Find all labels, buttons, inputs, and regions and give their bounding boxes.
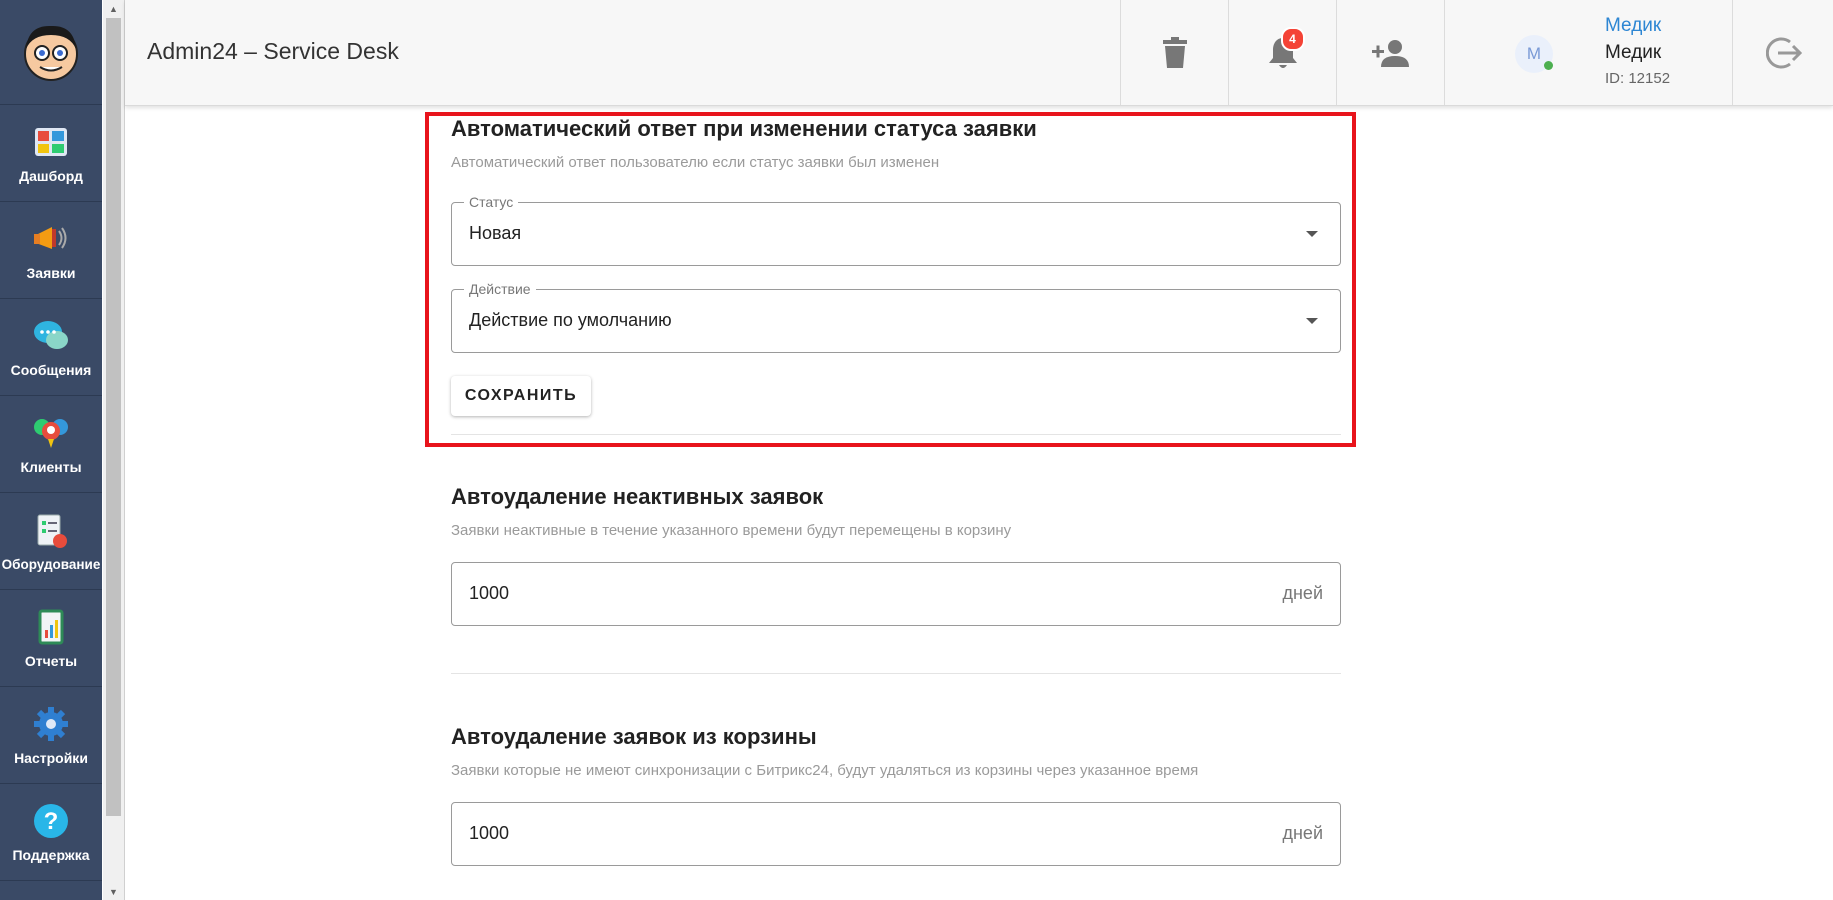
action-value: Действие по умолчанию xyxy=(469,310,672,330)
sidebar-item-label: Дашборд xyxy=(19,168,83,184)
trash-button[interactable] xyxy=(1120,0,1228,105)
app-title: Admin24 – Service Desk xyxy=(147,38,399,64)
section-divider xyxy=(451,673,1341,674)
sidebar-item-label: Заявки xyxy=(26,265,76,281)
sidebar-item-label: Отчеты xyxy=(24,653,78,669)
scroll-down-arrow-icon[interactable]: ▼ xyxy=(103,883,124,900)
action-select[interactable]: Действие Действие по умолчанию xyxy=(451,281,1341,353)
equipment-icon xyxy=(31,511,71,551)
sidebar-item-reports[interactable]: Отчеты xyxy=(0,590,102,687)
sidebar-item-clients[interactable]: Клиенты xyxy=(0,396,102,493)
sidebar-item-equipment[interactable]: Оборудование xyxy=(0,493,102,590)
user-name: Медик xyxy=(1605,42,1662,63)
sidebar-item-tickets[interactable]: Заявки xyxy=(0,202,102,299)
sidebar: Дашборд Заявки Сообщения Клиенты Оборудо… xyxy=(0,0,102,900)
gear-icon xyxy=(31,704,71,744)
notification-count-badge: 4 xyxy=(1280,26,1305,51)
section-title: Автоудаление заявок из корзины xyxy=(451,724,817,749)
top-header: Admin24 – Service Desk 4 М Медик Медик I… xyxy=(125,0,1833,106)
megaphone-icon xyxy=(31,219,71,259)
scroll-up-arrow-icon[interactable]: ▲ xyxy=(103,0,124,17)
section-title: Автоматический ответ при изменении стату… xyxy=(451,116,1037,141)
sidebar-item-messages[interactable]: Сообщения xyxy=(0,299,102,396)
inactive-days-input[interactable]: 1000 дней xyxy=(451,562,1341,626)
save-button[interactable]: СОХРАНИТЬ xyxy=(451,376,591,416)
add-user-button[interactable] xyxy=(1336,0,1444,105)
help-icon: ? xyxy=(31,801,71,841)
user-id: ID: 12152 xyxy=(1605,70,1671,87)
sidebar-item-dashboard[interactable]: Дашборд xyxy=(0,105,102,202)
action-label: Действие xyxy=(464,281,536,297)
avatar-face-logo-icon xyxy=(24,25,78,81)
trash-days-value: 1000 xyxy=(469,823,510,843)
dropdown-caret-icon xyxy=(1306,318,1318,324)
chat-bubbles-icon xyxy=(31,316,71,356)
dashboard-icon xyxy=(31,122,71,162)
sidebar-item-label: Сообщения xyxy=(10,362,92,378)
notifications-button[interactable]: 4 xyxy=(1228,0,1336,105)
settings-content: Автоматический ответ при изменении стату… xyxy=(125,106,1833,900)
user-name-link[interactable]: Медик xyxy=(1605,15,1661,37)
trash-days-input[interactable]: 1000 дней xyxy=(451,802,1341,866)
status-select[interactable]: Статус Новая xyxy=(451,194,1341,266)
auto-delete-inactive-section: Автоудаление неактивных заявок Заявки не… xyxy=(451,484,1341,626)
reports-icon xyxy=(31,607,71,647)
online-status-dot xyxy=(1544,61,1553,70)
auto-reply-section: Автоматический ответ при изменении стату… xyxy=(451,116,1341,416)
inactive-days-value: 1000 xyxy=(469,583,510,603)
trash-icon xyxy=(1162,36,1187,68)
add-user-icon xyxy=(1371,39,1409,67)
scrollbar-thumb[interactable] xyxy=(106,18,121,816)
status-value: Новая xyxy=(469,223,522,243)
sidebar-item-label: Оборудование xyxy=(1,556,101,572)
sidebar-item-label: Поддержка xyxy=(12,847,90,863)
vertical-scrollbar[interactable]: ▲ ▼ xyxy=(103,0,125,900)
trash-days-unit: дней xyxy=(1282,823,1323,843)
clients-icon xyxy=(31,413,71,453)
section-subtitle: Заявки которые не имеют синхронизации с … xyxy=(451,762,1199,779)
sidebar-item-label: Клиенты xyxy=(20,459,82,475)
logo[interactable] xyxy=(0,0,102,105)
user-profile[interactable]: М Медик Медик ID: 12152 xyxy=(1444,0,1732,105)
section-divider xyxy=(451,434,1341,435)
dropdown-caret-icon xyxy=(1306,231,1318,237)
sidebar-item-label: Настройки xyxy=(14,750,88,766)
section-subtitle: Автоматический ответ пользователю если с… xyxy=(451,154,940,171)
sidebar-item-settings[interactable]: Настройки xyxy=(0,687,102,784)
sidebar-item-support[interactable]: ? Поддержка xyxy=(0,784,102,881)
svg-text:?: ? xyxy=(44,808,59,835)
status-label: Статус xyxy=(464,194,519,210)
section-title: Автоудаление неактивных заявок xyxy=(451,484,824,509)
inactive-days-unit: дней xyxy=(1282,583,1323,603)
auto-delete-trash-section: Автоудаление заявок из корзины Заявки ко… xyxy=(451,724,1341,866)
section-subtitle: Заявки неактивные в течение указанного в… xyxy=(451,522,1012,539)
logout-button[interactable] xyxy=(1732,0,1833,105)
logout-icon xyxy=(1765,37,1802,68)
